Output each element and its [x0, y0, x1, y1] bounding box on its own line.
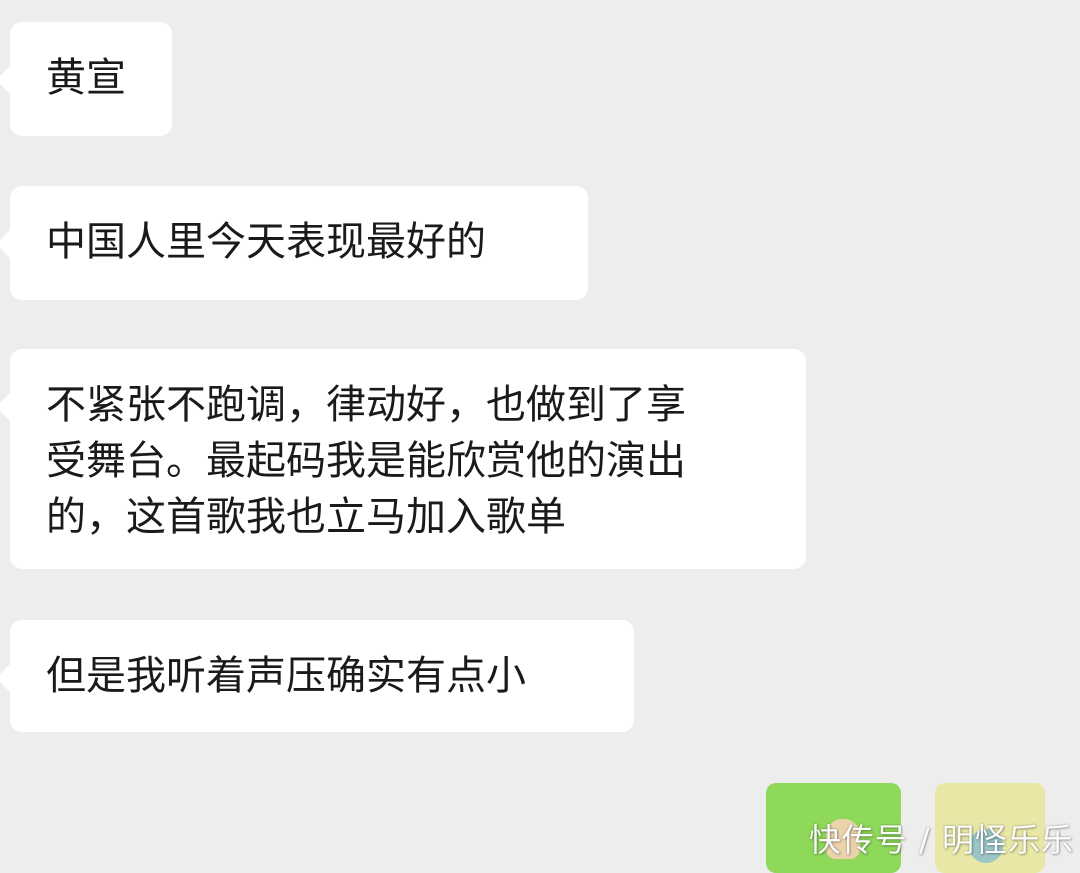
message-line: 受舞台。最起码我是能欣赏他的演出 [46, 438, 686, 484]
watermark: 快传号 / 明怪乐乐 [808, 821, 1074, 859]
message-bubble-2[interactable]: 中国人里今天表现最好的 [0, 186, 588, 300]
message-text: 中国人里今天表现最好的 [46, 219, 486, 265]
message-text: 但是我听着声压确实有点小 [46, 653, 526, 699]
message-bubble-1[interactable]: 黄宣 [0, 22, 172, 136]
message-bubble-3[interactable]: 不紧张不跑调，律动好，也做到了享 受舞台。最起码我是能欣赏他的演出 的，这首歌我… [0, 349, 806, 569]
message-line: 的，这首歌我也立马加入歌单 [46, 494, 566, 540]
message-line: 不紧张不跑调，律动好，也做到了享 [46, 382, 686, 428]
message-bubble-4[interactable]: 但是我听着声压确实有点小 [0, 620, 634, 732]
message-text: 黄宣 [46, 55, 126, 101]
